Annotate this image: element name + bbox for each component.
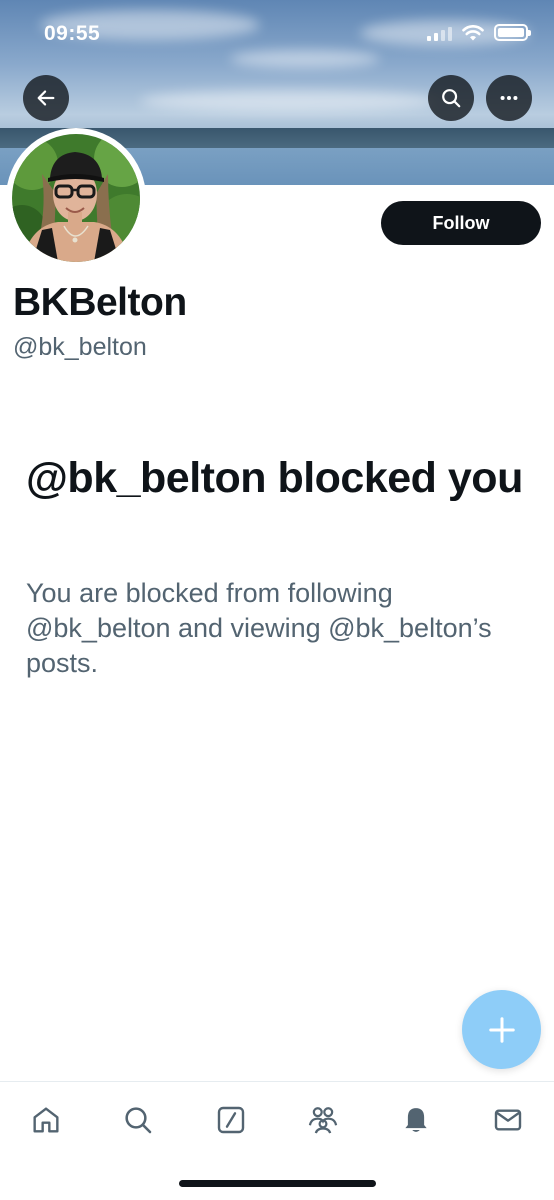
more-horizontal-icon [500,95,518,101]
search-icon [442,89,461,108]
profile-handle: @bk_belton [13,333,147,361]
display-name: BKBelton [13,281,187,324]
home-icon [33,1107,59,1133]
communities-icon [308,1107,338,1134]
nav-messages[interactable] [488,1100,528,1140]
nav-grok[interactable] [211,1100,251,1140]
more-button[interactable] [486,75,532,121]
blocked-message: You are blocked from following @bk_belto… [26,578,492,678]
grok-icon [217,1106,245,1134]
nav-home[interactable] [26,1100,66,1140]
battery-icon [494,24,531,41]
cellular-signal-icon [427,25,452,41]
search-button[interactable] [428,75,474,121]
follow-button[interactable]: Follow [381,201,541,245]
plus-icon [488,1016,515,1043]
blocked-title: @bk_belton blocked you [26,454,523,502]
wifi-icon [462,24,484,40]
status-bar: 09:55 [0,0,554,64]
home-indicator[interactable] [179,1180,376,1187]
nav-explore[interactable] [118,1100,158,1140]
avatar-photo [12,134,140,262]
profile-avatar[interactable] [6,128,146,268]
search-icon [125,1107,152,1134]
arrow-left-icon [37,90,55,106]
nav-communities[interactable] [303,1100,343,1140]
nav-notifications[interactable] [396,1100,436,1140]
back-button[interactable] [23,75,69,121]
messages-icon [494,1109,522,1131]
status-icons [427,24,531,41]
compose-post-button[interactable] [462,990,541,1069]
notifications-icon [405,1108,427,1132]
status-time: 09:55 [44,22,101,45]
